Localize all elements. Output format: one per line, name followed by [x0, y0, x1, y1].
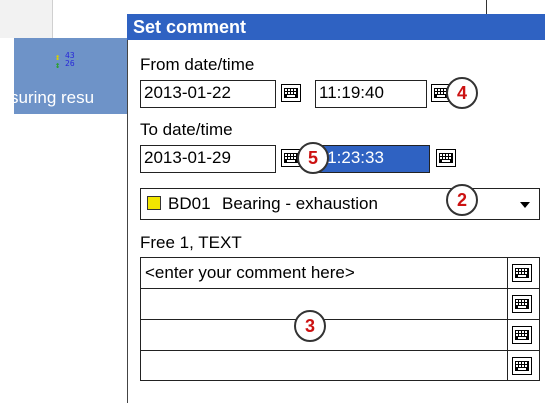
- keyboard-icon[interactable]: [436, 149, 456, 167]
- keyboard-icon[interactable]: [512, 295, 532, 313]
- callout-badge-2: 2: [446, 184, 478, 216]
- to-time-field[interactable]: 11:23:33: [315, 145, 430, 173]
- keyboard-icon[interactable]: [281, 84, 301, 102]
- measuring-results-tab-label: suring resu: [14, 88, 95, 107]
- from-date-field[interactable]: 2013-01-22: [140, 80, 276, 108]
- divider: [486, 0, 487, 14]
- from-time-field[interactable]: 11:19:40: [315, 80, 427, 108]
- keyboard-icon[interactable]: [512, 357, 532, 375]
- comment-row[interactable]: <enter your comment here>: [140, 257, 540, 289]
- callout-badge-4: 4: [446, 77, 478, 109]
- to-label: To date/time: [140, 120, 233, 139]
- keyboard-icon[interactable]: [512, 326, 532, 344]
- background-panel: [0, 0, 53, 38]
- callout-badge-3: 3: [294, 310, 326, 342]
- keyboard-icon[interactable]: [512, 264, 532, 282]
- comment-row[interactable]: [140, 350, 540, 381]
- dialog-title: Set comment: [127, 14, 545, 40]
- from-label: From date/time: [140, 55, 255, 74]
- event-code: BD01: [168, 194, 211, 213]
- icon-bottom-value: 26: [65, 59, 75, 68]
- free-text-label: Free 1, TEXT: [140, 233, 242, 252]
- event-description: Bearing - exhaustion: [222, 194, 378, 213]
- callout-badge-5: 5: [297, 142, 329, 174]
- comment-row[interactable]: [140, 319, 540, 351]
- divider: [507, 258, 508, 380]
- comment-row[interactable]: [140, 288, 540, 320]
- chevron-down-icon[interactable]: [520, 202, 530, 208]
- measurement-values-icon: ↕ 43 26 ↕: [55, 51, 75, 72]
- to-date-field[interactable]: 2013-01-29: [140, 145, 276, 173]
- status-color-swatch: [147, 196, 161, 210]
